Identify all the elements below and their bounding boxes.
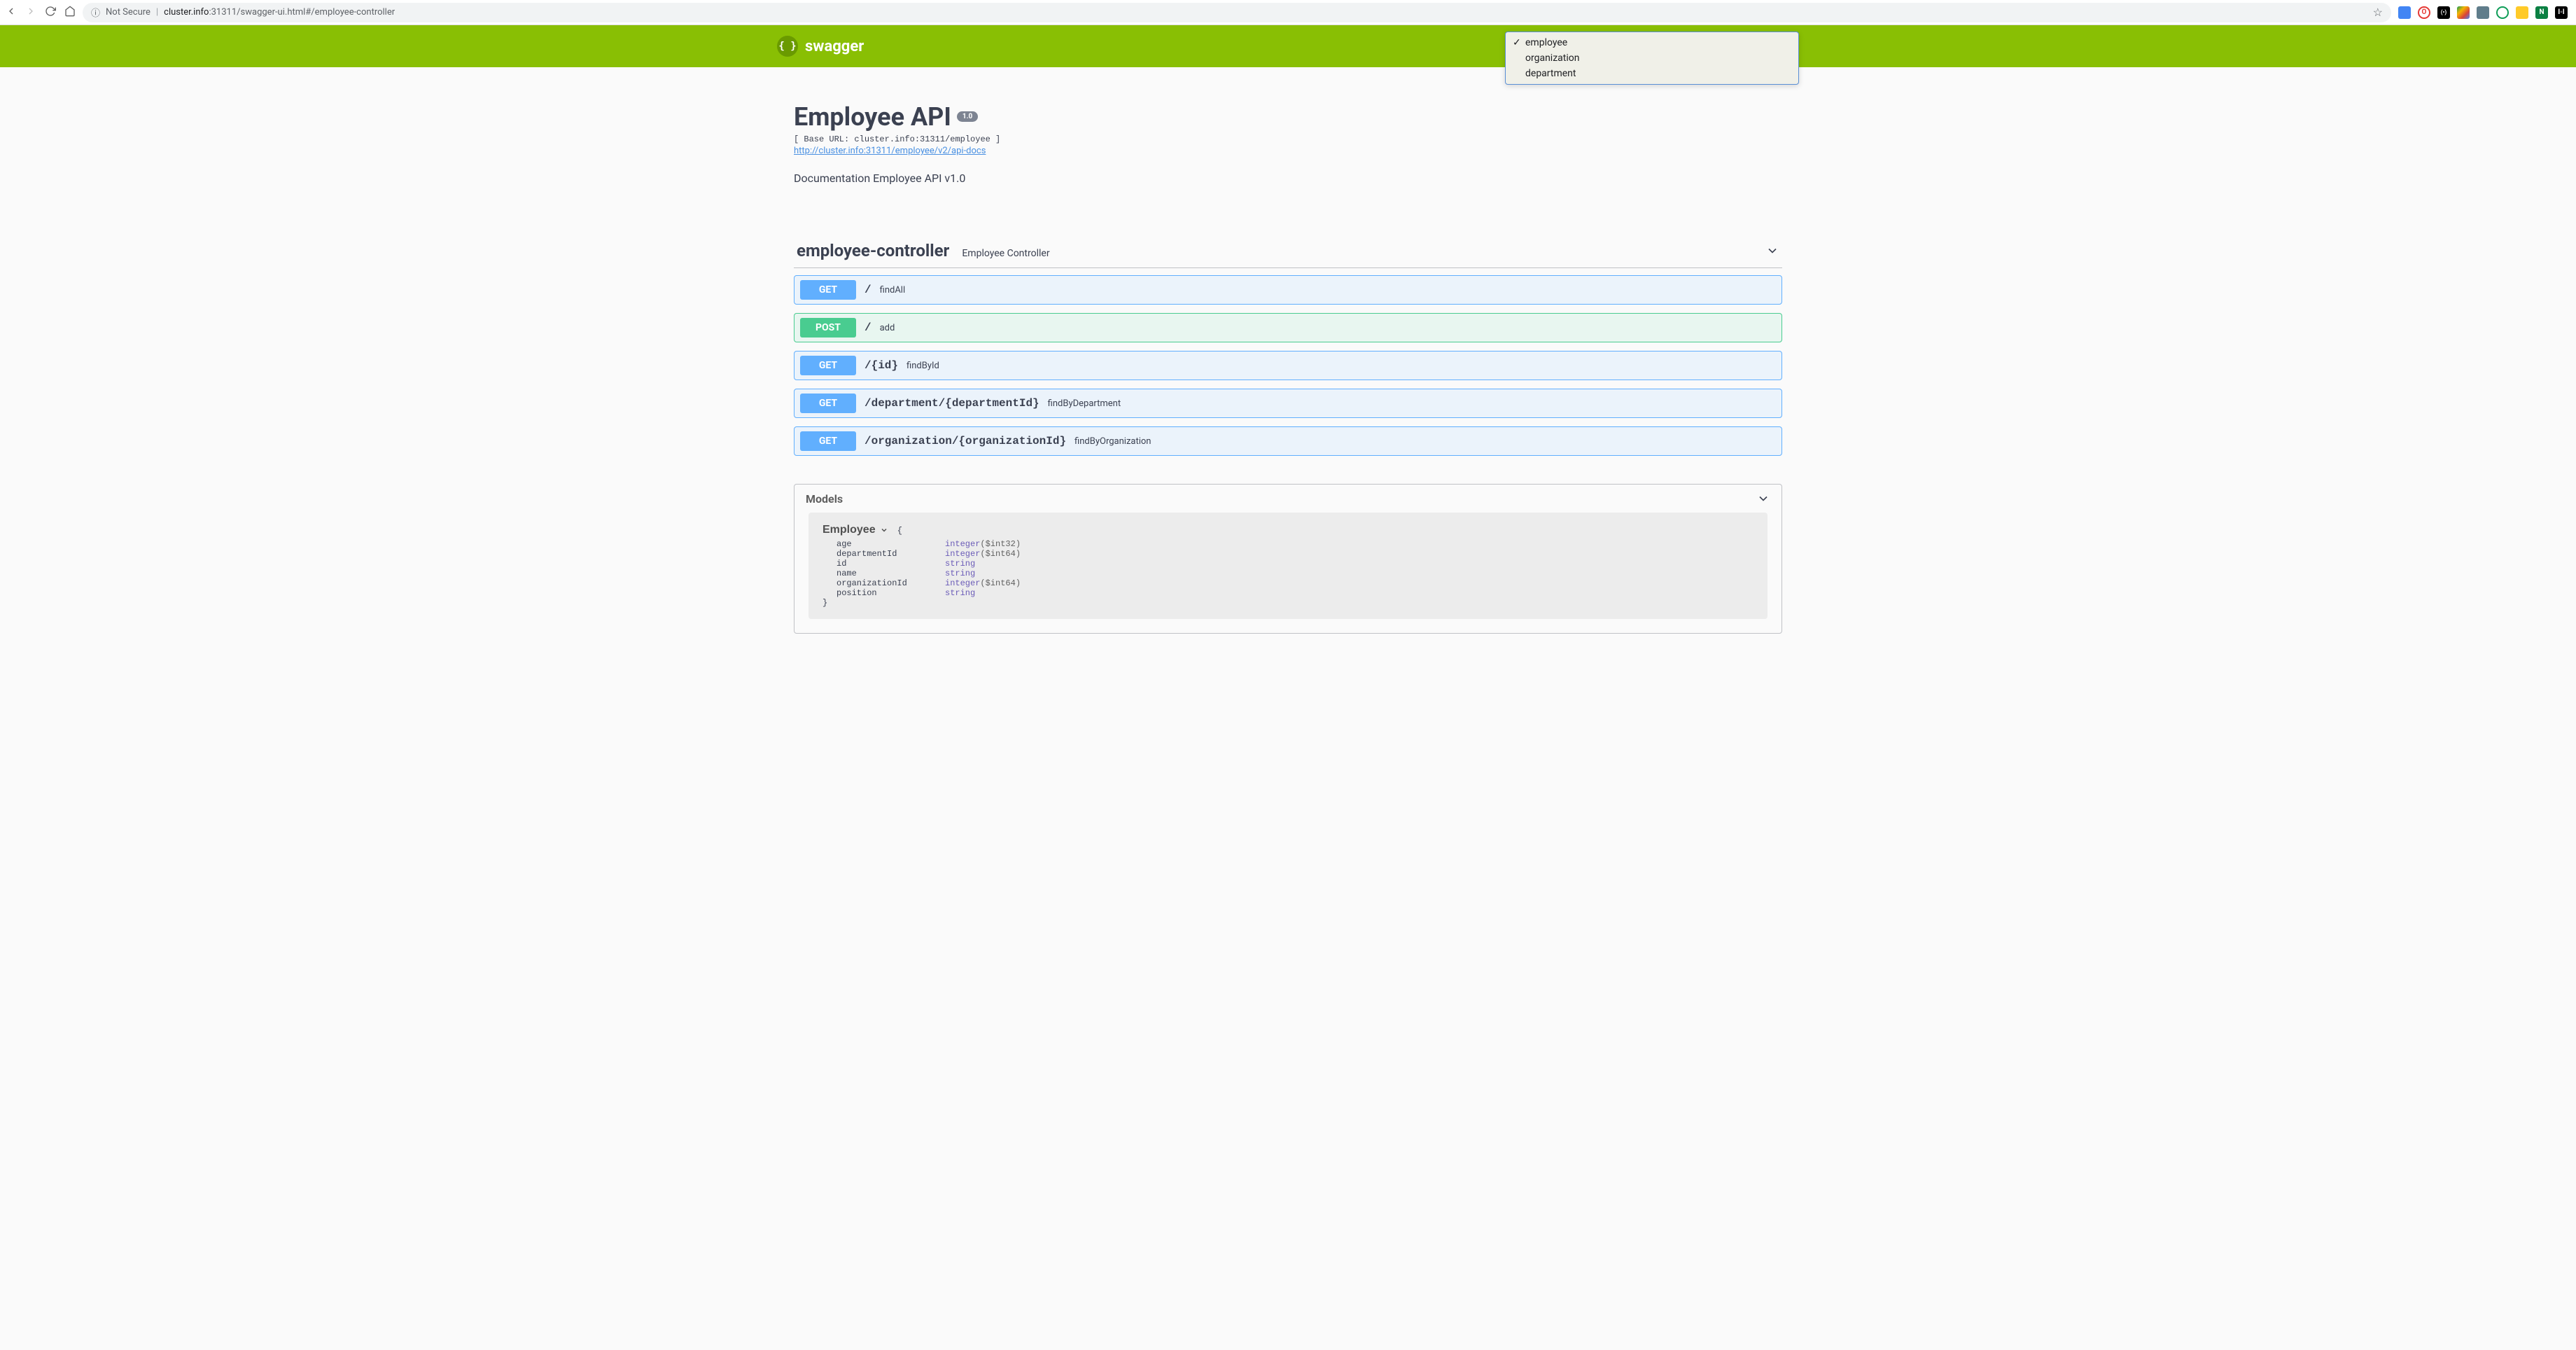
model-property-type: string [945, 559, 975, 569]
model-property-type: string [945, 569, 975, 578]
main-content: Employee API 1.0 [ Base URL: cluster.inf… [777, 67, 1799, 648]
model-property-row: positionstring [836, 588, 1754, 598]
api-title: Employee API [794, 102, 951, 132]
model-property-type: string [945, 588, 975, 598]
operation-get-findById[interactable]: GET /{id} findById [794, 351, 1782, 380]
op-summary: findById [906, 361, 939, 371]
chevron-down-icon [880, 526, 888, 534]
models-header[interactable]: Models [794, 485, 1782, 513]
model-property-name: position [836, 588, 945, 598]
model-property-format: ($int64) [980, 549, 1021, 559]
swagger-topbar: { } swagger Select a spec employeeorgani… [0, 25, 2576, 67]
op-path: /organization/{organizationId} [864, 435, 1066, 447]
not-secure-label: Not Secure [106, 7, 150, 18]
op-method-badge: GET [800, 431, 856, 451]
spec-selector: Select a spec employeeorganizationdepart… [1736, 40, 1799, 53]
back-button[interactable] [6, 6, 17, 20]
tag-name: employee-controller [797, 241, 949, 260]
ext-icon-4[interactable] [2457, 6, 2470, 19]
spec-option-department[interactable]: department [1506, 66, 1798, 81]
operation-post-add[interactable]: POST / add [794, 313, 1782, 342]
swagger-logo-icon: { } [777, 36, 798, 57]
spec-option-employee[interactable]: employee [1506, 35, 1798, 50]
reload-button[interactable] [45, 6, 56, 20]
spec-dropdown[interactable]: employeeorganizationdepartment [1505, 32, 1799, 85]
url-display: cluster.info:31311/swagger-ui.html#/empl… [164, 7, 395, 18]
operation-get-findByDepartment[interactable]: GET/department/{departmentId} findByDepar… [794, 389, 1782, 418]
model-property-type: integer [945, 539, 980, 549]
info-icon[interactable]: ⓘ [91, 6, 100, 19]
model-property-row: namestring [836, 569, 1754, 578]
ext-icon-2[interactable]: O [2418, 6, 2430, 19]
ext-icon-1[interactable] [2398, 6, 2411, 19]
api-version-badge: 1.0 [957, 111, 978, 122]
tag-section: employee-controller Employee Controller … [794, 234, 1782, 456]
op-path: /department/{departmentId} [864, 397, 1040, 410]
forward-button[interactable] [25, 6, 36, 20]
nav-controls [6, 6, 76, 20]
chevron-down-icon [1756, 492, 1770, 506]
op-summary: add [880, 323, 895, 333]
op-summary: findAll [880, 285, 906, 295]
models-section: Models Employee { ageinteger($int32)depa… [794, 484, 1782, 634]
tag-description: Employee Controller [962, 248, 1049, 259]
chevron-down-icon [1765, 244, 1779, 258]
extension-icons: O (•) N I◦I [2398, 6, 2570, 19]
model-property-row: departmentIdinteger($int64) [836, 549, 1754, 559]
op-method-badge: GET [800, 394, 856, 413]
models-title: Models [806, 492, 843, 506]
base-url: [ Base URL: cluster.info:31311/employee … [794, 134, 1782, 144]
model-property-name: age [836, 539, 945, 549]
api-docs-link[interactable]: http://cluster.info:31311/employee/v2/ap… [794, 146, 986, 156]
model-property-row: ageinteger($int32) [836, 539, 1754, 549]
model-property-row: idstring [836, 559, 1754, 569]
swagger-logo-text: swagger [805, 38, 864, 55]
model-property-format: ($int32) [980, 539, 1021, 549]
model-name[interactable]: Employee [822, 524, 888, 536]
spec-option-organization[interactable]: organization [1506, 50, 1798, 66]
tag-header[interactable]: employee-controller Employee Controller [794, 234, 1782, 268]
op-method-badge: POST [800, 318, 856, 338]
model-property-name: name [836, 569, 945, 578]
address-bar[interactable]: ⓘ Not Secure | cluster.info:31311/swagge… [83, 3, 2391, 22]
model-property-name: departmentId [836, 549, 945, 559]
op-path: / [864, 284, 872, 296]
model-property-type: integer [945, 578, 980, 588]
op-path: /{id} [864, 359, 898, 372]
op-summary: findByOrganization [1074, 436, 1151, 447]
star-icon[interactable]: ☆ [2373, 6, 2383, 19]
model-property-name: id [836, 559, 945, 569]
operation-get-findAll[interactable]: GET / findAll [794, 275, 1782, 305]
ext-icon-8[interactable]: N [2535, 6, 2548, 19]
browser-toolbar: ⓘ Not Secure | cluster.info:31311/swagge… [0, 0, 2576, 25]
model-property-name: organizationId [836, 578, 945, 588]
ext-icon-3[interactable]: (•) [2437, 6, 2450, 19]
model-body: Employee { ageinteger($int32)departmentI… [808, 513, 1768, 619]
ext-icon-6[interactable] [2496, 6, 2509, 19]
model-property-format: ($int64) [980, 578, 1021, 588]
ext-icon-9[interactable]: I◦I [2555, 6, 2568, 19]
api-description: Documentation Employee API v1.0 [794, 172, 1782, 185]
operations-list: GET / findAll POST / add GET /{id} findById GET/d… [794, 275, 1782, 456]
model-property-row: organizationIdinteger($int64) [836, 578, 1754, 588]
ext-icon-5[interactable] [2477, 6, 2489, 19]
op-summary: findByDepartment [1048, 398, 1121, 409]
op-method-badge: GET [800, 356, 856, 375]
op-path: / [864, 321, 872, 334]
op-method-badge: GET [800, 280, 856, 300]
swagger-logo[interactable]: { } swagger [777, 36, 864, 57]
operation-get-findByOrganization[interactable]: GET/organization/{organizationId} findByO… [794, 426, 1782, 456]
home-button[interactable] [64, 6, 76, 20]
model-property-type: integer [945, 549, 980, 559]
ext-icon-7[interactable] [2516, 6, 2528, 19]
